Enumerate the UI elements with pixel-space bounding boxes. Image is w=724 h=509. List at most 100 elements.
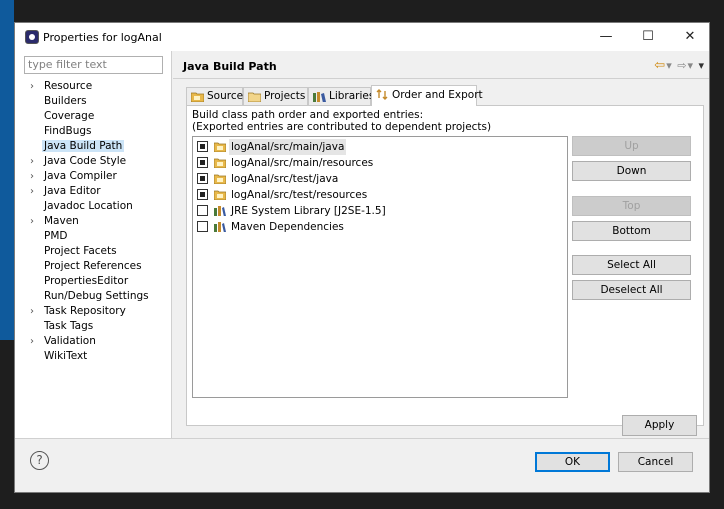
tree-item[interactable]: › Maven — [15, 214, 172, 229]
source-folder-icon — [213, 189, 227, 201]
tree-item[interactable]: FindBugs — [15, 124, 172, 139]
tree-item[interactable]: PMD — [15, 229, 172, 244]
tab-libraries[interactable]: Libraries — [308, 87, 374, 106]
tree-item[interactable]: PropertiesEditor — [15, 274, 172, 289]
maximize-button[interactable]: ☐ — [627, 23, 669, 51]
down-button[interactable]: Down — [572, 161, 691, 181]
background-window — [0, 0, 14, 340]
tree-item-label: Task Repository — [44, 305, 126, 317]
tree-item-label: Validation — [44, 335, 96, 347]
tree-item-label: Task Tags — [44, 320, 94, 332]
tree-item[interactable]: › Java Code Style — [15, 154, 172, 169]
tree-item[interactable]: Javadoc Location — [15, 199, 172, 214]
panel-description: Build class path order and exported entr… — [192, 109, 491, 133]
apply-button[interactable]: Apply — [622, 415, 697, 436]
tree-item-label: Project Facets — [44, 245, 117, 257]
forward-menu-chevron-icon[interactable]: ▾ — [687, 59, 694, 72]
tree-item[interactable]: › Validation — [15, 334, 172, 349]
help-icon[interactable]: ? — [30, 451, 49, 470]
property-pages-pane: type filter text › Resource Builders Covera… — [15, 51, 172, 438]
entry-label: Maven Dependencies — [231, 221, 344, 233]
source-folder-icon — [213, 141, 227, 153]
tree-item[interactable]: Project Facets — [15, 244, 172, 259]
tree-item-label: Java Editor — [44, 185, 101, 197]
ok-button[interactable]: OK — [535, 452, 610, 472]
tree-item-label: Javadoc Location — [44, 200, 133, 212]
select-all-button[interactable]: Select All — [572, 255, 691, 275]
expand-chevron-icon[interactable]: › — [30, 184, 34, 199]
close-button[interactable]: ✕ — [669, 23, 711, 51]
deselect-all-button[interactable]: Deselect All — [572, 280, 691, 300]
tree-item-label: Maven — [44, 215, 79, 227]
expand-chevron-icon[interactable]: › — [30, 304, 34, 319]
order-export-icon — [376, 89, 388, 100]
tree-item[interactable]: Project References — [15, 259, 172, 274]
library-icon — [214, 221, 226, 233]
property-page: Java Build Path ⇦▾ ⇨▾ ▾ Source Projects … — [173, 51, 709, 438]
tree-item[interactable]: Task Tags — [15, 319, 172, 334]
tab-projects-label: Projects — [264, 90, 306, 102]
header-divider — [173, 78, 709, 79]
libraries-icon — [313, 92, 326, 102]
tree-item[interactable]: › Resource — [15, 79, 172, 94]
expand-chevron-icon[interactable]: › — [30, 334, 34, 349]
export-checkbox[interactable] — [197, 221, 208, 232]
tree-item[interactable]: Java Build Path — [15, 139, 172, 154]
tree-item[interactable]: Builders — [15, 94, 172, 109]
page-title: Java Build Path — [183, 60, 277, 73]
source-folder-icon — [191, 92, 204, 102]
build-path-entries-list[interactable]: logAnal/src/main/java logAnal/src/main/re… — [192, 136, 568, 398]
expand-chevron-icon[interactable]: › — [30, 154, 34, 169]
library-icon — [214, 205, 226, 217]
export-checkbox[interactable] — [197, 205, 208, 216]
title-bar: Properties for logAnal — ☐ ✕ — [15, 23, 709, 51]
back-arrow-icon[interactable]: ⇦ — [654, 58, 666, 73]
tree-item[interactable]: Run/Debug Settings — [15, 289, 172, 304]
export-checkbox[interactable] — [197, 157, 208, 168]
export-checkbox[interactable] — [197, 189, 208, 200]
minimize-button[interactable]: — — [585, 23, 627, 51]
window-title: Properties for logAnal — [43, 31, 162, 44]
bottom-button[interactable]: Bottom — [572, 221, 691, 241]
tab-projects[interactable]: Projects — [243, 87, 308, 106]
filter-input[interactable]: type filter text — [24, 56, 163, 74]
tab-source[interactable]: Source — [186, 87, 243, 106]
tree-item-label: Project References — [44, 260, 142, 272]
tree-item-label: Builders — [44, 95, 87, 107]
tree-item-label: PMD — [44, 230, 68, 242]
tree-item-label: Run/Debug Settings — [44, 290, 149, 302]
tree-item-label: WikiText — [44, 350, 88, 362]
background-dark — [0, 340, 14, 509]
top-button[interactable]: Top — [572, 196, 691, 216]
source-folder-icon — [213, 157, 227, 169]
description-line-2: (Exported entries are contributed to dep… — [192, 121, 492, 133]
entry-label: logAnal/src/main/resources — [231, 157, 374, 169]
export-checkbox[interactable] — [197, 141, 208, 152]
footer-divider — [15, 438, 709, 439]
history-navigation: ⇦▾ ⇨▾ ▾ — [654, 58, 705, 73]
tree-item[interactable]: › Task Repository — [15, 304, 172, 319]
tree-item-label: Resource — [44, 80, 93, 92]
eclipse-icon — [25, 30, 39, 44]
expand-chevron-icon[interactable]: › — [30, 79, 34, 94]
cancel-button[interactable]: Cancel — [618, 452, 693, 472]
expand-chevron-icon[interactable]: › — [30, 169, 34, 184]
export-checkbox[interactable] — [197, 173, 208, 184]
entry-label: JRE System Library [J2SE-1.5] — [231, 205, 386, 217]
tree-item[interactable]: › Java Editor — [15, 184, 172, 199]
expand-chevron-icon[interactable]: › — [30, 214, 34, 229]
tree-item[interactable]: WikiText — [15, 349, 172, 364]
entry-label: logAnal/src/main/java — [229, 139, 347, 155]
tab-order-and-export[interactable]: Order and Export — [371, 85, 483, 106]
source-folder-icon — [213, 173, 227, 185]
tree-item[interactable]: › Java Compiler — [15, 169, 172, 184]
tree-item-label: Java Build Path — [42, 140, 125, 152]
forward-arrow-icon[interactable]: ⇨ — [677, 59, 687, 72]
tree-item-label: PropertiesEditor — [44, 275, 129, 287]
up-button[interactable]: Up — [572, 136, 691, 156]
back-menu-chevron-icon[interactable]: ▾ — [666, 59, 673, 72]
tree-item-label: Coverage — [44, 110, 95, 122]
view-menu-icon[interactable]: ▾ — [698, 59, 705, 72]
tab-order-and-export-label: Order and Export — [392, 89, 483, 101]
tree-item[interactable]: Coverage — [15, 109, 172, 124]
